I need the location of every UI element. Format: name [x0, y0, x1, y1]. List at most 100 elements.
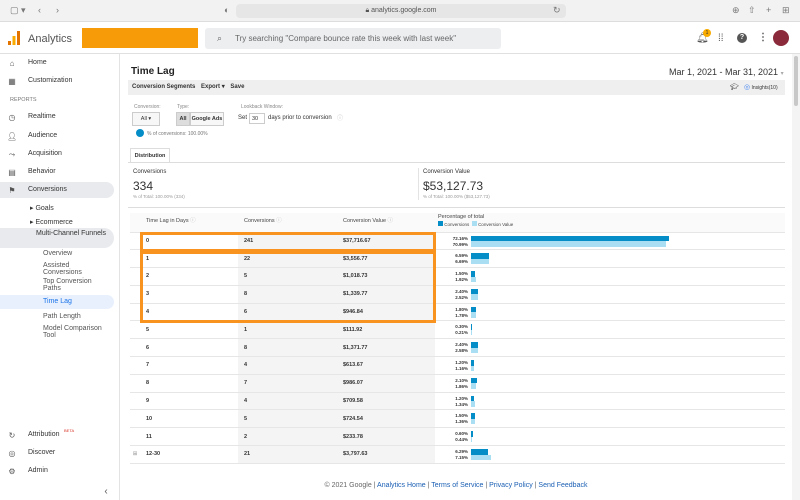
new-tab-icon[interactable]: +	[766, 5, 771, 15]
sidebar-item-attribution[interactable]: Attribution	[28, 431, 60, 438]
sidebar-item-top-conversion-paths[interactable]: Top Conversion Paths	[43, 278, 103, 292]
report-toolbar: Conversion Segments Export ▾ Save 🎓︎ ◎ I…	[128, 80, 785, 95]
goals-label: Goals	[35, 205, 54, 212]
value-bar	[471, 347, 479, 354]
sidebar-item-behavior[interactable]: Behavior	[28, 168, 56, 175]
summary-divider	[418, 168, 419, 200]
legend-swatch-value	[471, 221, 477, 226]
legend-label-value: Conversion Value	[478, 222, 514, 227]
date-range-picker[interactable]: Mar 1, 2021 - Mar 31, 2021 ▾	[669, 67, 784, 77]
avatar[interactable]	[773, 30, 789, 46]
search-input[interactable]: ⌕ Try searching "Compare bounce rate this…	[205, 28, 501, 49]
value-pct-label: 1.78%	[455, 312, 468, 318]
sidebar-item-goals[interactable]: ▸ Goals	[30, 204, 54, 212]
column-header-conversion-value[interactable]: Conversion Value ⓘ	[337, 213, 435, 233]
sidebar-item-path-length[interactable]: Path Length	[43, 313, 81, 320]
scrollbar[interactable]	[792, 54, 800, 500]
value-bar	[471, 276, 477, 283]
page-title: Time Lag	[131, 66, 175, 77]
address-bar[interactable]: 🔒︎ analytics.google.com	[236, 4, 566, 18]
value-pct-label: 2.58%	[455, 348, 468, 354]
export-button[interactable]: Export ▾	[201, 84, 225, 90]
sidebar-item-customization[interactable]: Customization	[28, 77, 72, 84]
conversions-cell: 4	[238, 392, 337, 411]
sidebar-item-assisted-conversions[interactable]: Assisted Conversions	[43, 262, 103, 276]
column-header-time-lag[interactable]: Time Lag in Days ⓘ	[140, 213, 238, 233]
percentage-cell: 2.40% 2.58%	[435, 338, 785, 358]
analytics-home-link[interactable]: Analytics Home	[377, 482, 426, 489]
scrollbar-thumb[interactable]	[794, 56, 798, 106]
conversions-header-label: Conversions	[244, 218, 275, 224]
conversion-value-cell: $724.54	[337, 409, 435, 429]
row-spacer	[130, 303, 140, 322]
customization-icon: ▦	[8, 77, 16, 86]
account-selector[interactable]	[82, 28, 198, 48]
tab-distribution[interactable]: Distribution	[130, 148, 170, 162]
value-pct-label: 1.36%	[455, 419, 468, 425]
distribution-label: Distribution	[134, 153, 166, 159]
sidebar-item-acquisition[interactable]: Acquisition	[28, 150, 62, 157]
type-google-ads-button[interactable]: Google Ads	[190, 112, 224, 126]
lookback-days-input[interactable]: 30	[249, 113, 265, 124]
percentage-cell: 0.30% 0.21%	[435, 320, 785, 340]
type-all-button[interactable]: All	[176, 112, 190, 126]
insights-button[interactable]: ◎ Insights(10)	[744, 80, 778, 96]
sidebar-item-model-comparison-tool[interactable]: Model Comparison Tool	[43, 325, 103, 339]
conversion-dropdown[interactable]: All ▾	[132, 112, 160, 126]
conversion-segments-button[interactable]: Conversion Segments	[132, 84, 195, 90]
column-header-conversions[interactable]: Conversions ⓘ	[238, 213, 337, 233]
collapse-sidebar-icon[interactable]: ‹	[101, 486, 111, 497]
type-label: Type:	[177, 104, 190, 110]
tabs-overview-icon[interactable]: ⊞	[782, 5, 790, 16]
value-bar	[471, 312, 476, 318]
apps-grid-icon[interactable]: ⁞⁞	[718, 33, 724, 44]
sidebar-item-discover[interactable]: Discover	[28, 449, 55, 456]
sidebar-item-overview[interactable]: Overview	[43, 250, 72, 257]
forward-icon[interactable]: ›	[56, 5, 59, 15]
privacy-link[interactable]: Privacy Policy	[489, 482, 533, 489]
save-button[interactable]: Save	[230, 84, 244, 90]
sidebar-item-conversions[interactable]: Conversions	[28, 186, 67, 193]
value-bar	[471, 365, 475, 372]
sidebar-item-ecommerce[interactable]: ▸ Ecommerce	[30, 218, 73, 226]
ecommerce-label: Ecommerce	[35, 219, 73, 226]
percentage-cell: 72.16% 70.99%	[435, 232, 785, 251]
download-icon[interactable]: ⊕	[732, 5, 740, 16]
percentage-cell: 2.40% 2.52%	[435, 285, 785, 304]
sidebar-toggle-icon[interactable]: ▢ ▾	[10, 5, 26, 16]
value-pct-label: 2.52%	[455, 294, 468, 300]
time-lag-cell: 11	[140, 427, 238, 447]
more-menu-icon[interactable]: ⋮	[758, 32, 768, 43]
sidebar-item-admin[interactable]: Admin	[28, 467, 48, 474]
help-icon[interactable]: ?	[737, 33, 747, 43]
sidebar-item-audience[interactable]: Audience	[28, 132, 57, 139]
value-pct-label: 1.86%	[455, 383, 468, 389]
reload-icon[interactable]: ↻	[553, 5, 561, 16]
conversions-summary-value: 334	[133, 179, 154, 193]
time-lag-cell: 8	[140, 374, 238, 393]
help-icon: ⓘ	[387, 218, 394, 224]
conversions-cell: 8	[238, 338, 337, 358]
sidebar-item-time-lag[interactable]: Time Lag	[43, 298, 72, 305]
row-spacer	[130, 267, 140, 286]
segment-percentage: % of conversions: 100.00%	[147, 131, 208, 137]
percentage-cell: 0.60% 0.44%	[435, 427, 785, 447]
time-lag-cell: 12-30	[140, 445, 238, 464]
percentage-cell: 2.10% 1.86%	[435, 374, 785, 393]
date-range-text: Mar 1, 2021 - Mar 31, 2021	[669, 67, 779, 77]
expand-row-icon[interactable]: ⊞	[130, 445, 140, 464]
sidebar-item-multi-channel-funnels[interactable]: Multi-Channel Funnels	[30, 230, 110, 237]
back-icon[interactable]: ‹	[38, 5, 41, 15]
value-bar	[471, 329, 472, 336]
value-pct-label: 0.21%	[455, 330, 468, 336]
column-header-percentage: Percentage of total Conversions Conversi…	[435, 213, 785, 233]
percentage-cell: 1.50% 1.92%	[435, 267, 785, 286]
table-row: 5 1 $111.92 0.30% 0.21%	[130, 320, 785, 340]
sidebar-item-home[interactable]: Home	[28, 59, 47, 66]
terms-link[interactable]: Terms of Service	[431, 482, 483, 489]
feedback-link[interactable]: Send Feedback	[538, 482, 587, 489]
value-pct-label: 0.44%	[455, 437, 468, 443]
sidebar-item-realtime[interactable]: Realtime	[28, 113, 56, 120]
share-icon[interactable]: ⇧	[748, 5, 756, 16]
help-tooltip-icon[interactable]: ⓘ	[337, 113, 343, 122]
